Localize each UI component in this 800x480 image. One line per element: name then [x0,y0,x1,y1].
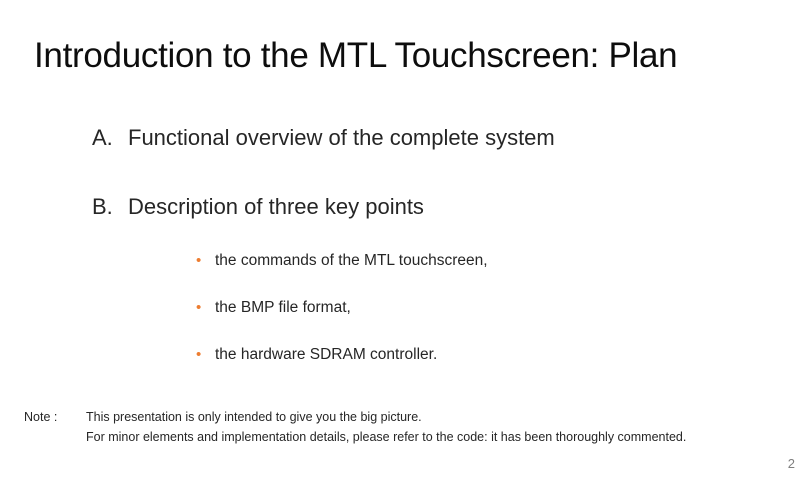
bullet-text: the commands of the MTL touchscreen, [215,252,488,269]
slide: Introduction to the MTL Touchscreen: Pla… [0,0,800,480]
section-b-text: Description of three key points [128,194,424,219]
slide-title: Introduction to the MTL Touchscreen: Pla… [34,36,678,75]
bullet-item: • the commands of the MTL touchscreen, [196,252,488,270]
bullet-dot-icon: • [196,252,202,269]
section-a-text: Functional overview of the complete syst… [128,125,555,150]
section-a: A. Functional overview of the complete sy… [92,125,555,151]
section-b: B. Description of three key points [92,194,424,220]
note-label: Note : [24,410,58,424]
bullet-item: • the BMP file format, [196,299,351,317]
note-line: This presentation is only intended to gi… [86,410,422,424]
bullet-dot-icon: • [196,299,202,316]
section-a-letter: A. [92,125,113,150]
note-line: For minor elements and implementation de… [86,430,687,444]
bullet-item: • the hardware SDRAM controller. [196,346,437,364]
page-number: 2 [787,456,795,471]
bullet-dot-icon: • [196,346,202,363]
section-b-letter: B. [92,194,113,219]
bullet-text: the BMP file format, [215,299,351,316]
bullet-text: the hardware SDRAM controller. [215,346,438,363]
